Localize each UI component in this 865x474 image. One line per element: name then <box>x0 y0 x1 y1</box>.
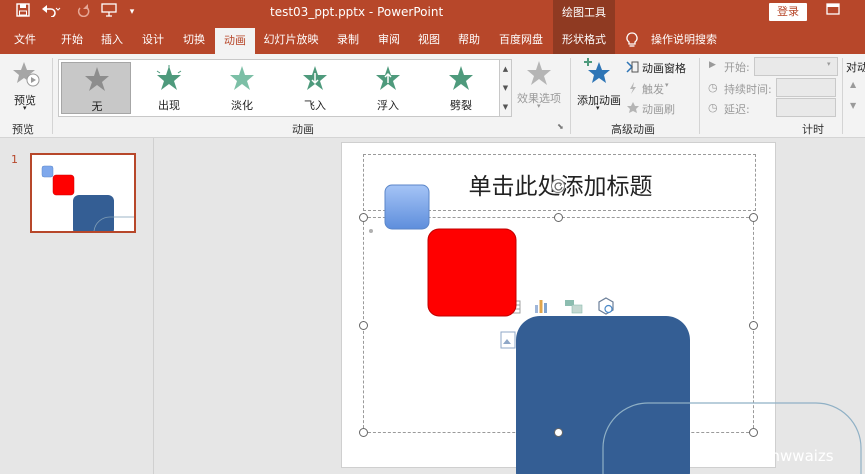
resize-handle[interactable] <box>749 321 758 330</box>
small-blue-square[interactable] <box>384 184 430 230</box>
resize-handle[interactable] <box>359 428 368 437</box>
placeholder-bullet <box>369 229 373 233</box>
resize-handle[interactable] <box>554 428 563 437</box>
resize-handle[interactable] <box>749 428 758 437</box>
resize-handle[interactable] <box>749 213 758 222</box>
resize-handle[interactable] <box>359 213 368 222</box>
red-square[interactable] <box>427 228 517 317</box>
resize-handle[interactable] <box>359 321 368 330</box>
slide-shapes <box>369 184 862 474</box>
watermark-text: CSDN @hwwaizs <box>708 447 834 465</box>
resize-handle[interactable] <box>554 213 563 222</box>
